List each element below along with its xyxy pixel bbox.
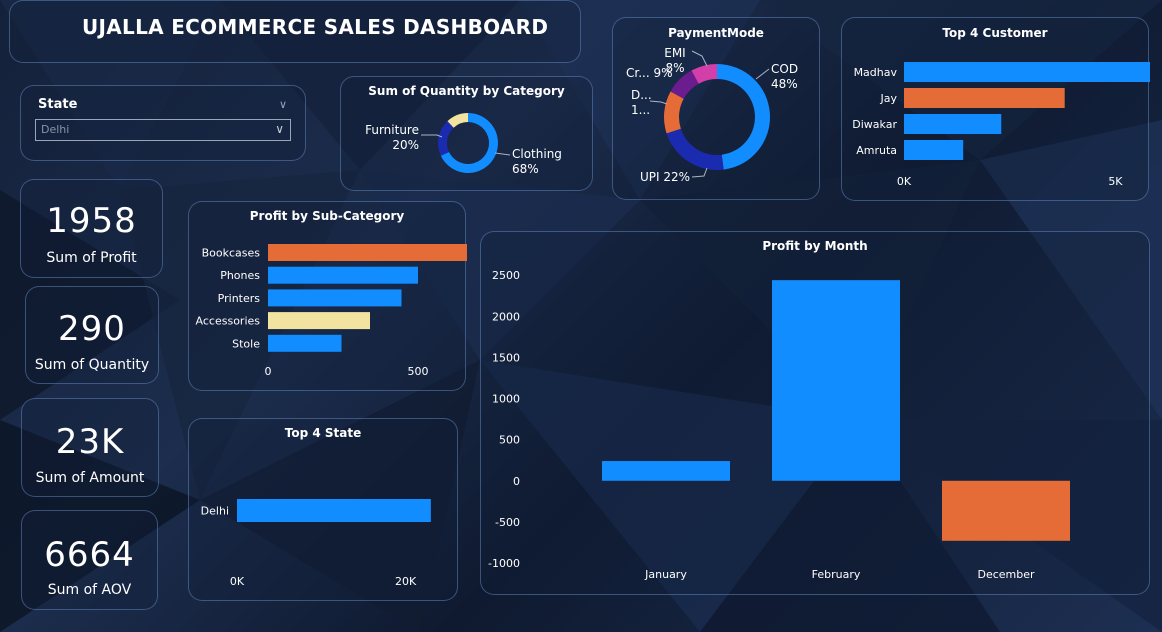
state-dropdown[interactable]: Delhi ∨ bbox=[35, 119, 291, 141]
kpi-quantity-value: 290 bbox=[58, 309, 126, 349]
kpi-aov-value: 6664 bbox=[44, 535, 135, 575]
x-tick-label: 5K bbox=[1108, 175, 1123, 188]
bar-february bbox=[772, 280, 900, 481]
kpi-amount-value: 23K bbox=[55, 422, 125, 462]
kpi-profit-label: Sum of Profit bbox=[46, 250, 137, 266]
donut-slice-cod bbox=[717, 64, 770, 170]
kpi-amount-card: 23K Sum of Amount bbox=[21, 398, 159, 497]
bar-amruta bbox=[904, 140, 964, 160]
profit-by-month-panel: Profit by Month 2500 2000 1500 1000 500 0 -500… bbox=[480, 231, 1150, 595]
title-panel: UJALLA ECOMMERCE SALES DASHBOARD bbox=[9, 0, 581, 63]
payment-mode-panel: PaymentMode COD 48% UPI 22% D... 1... Cr... 9… bbox=[612, 17, 820, 200]
bar-printers bbox=[268, 289, 402, 307]
bar-madhav bbox=[904, 62, 1150, 82]
category-label: Stole bbox=[232, 337, 260, 350]
kpi-profit-value: 1958 bbox=[46, 201, 137, 241]
kpi-aov-card: 6664 Sum of AOV bbox=[21, 510, 158, 610]
donut-slice-furniture bbox=[438, 121, 454, 156]
profit-by-subcategory-panel: Profit by Sub-Category Bookcases Phones Pr… bbox=[188, 201, 467, 391]
leader-line bbox=[755, 68, 770, 80]
donut-slice-debit-card bbox=[664, 91, 684, 134]
leader-line bbox=[649, 100, 668, 105]
kpi-amount-label: Sum of Amount bbox=[35, 470, 145, 486]
x-tick-label: 0 bbox=[265, 365, 272, 378]
donut-data-label: EMI bbox=[664, 46, 685, 60]
donut-data-label: COD bbox=[771, 62, 798, 76]
donut-slice-upi bbox=[666, 128, 724, 170]
bar-accessories bbox=[268, 312, 370, 330]
dashboard-title: UJALLA ECOMMERCE SALES DASHBOARD bbox=[82, 15, 549, 39]
y-tick-label: 1500 bbox=[492, 351, 520, 364]
y-tick-label: -1000 bbox=[488, 557, 520, 570]
bar-january bbox=[602, 461, 730, 481]
x-tick-label: February bbox=[812, 568, 861, 581]
donut-data-label: 20% bbox=[392, 138, 419, 152]
y-tick-label: 2500 bbox=[492, 269, 520, 282]
state-slicer: State ∨ Delhi ∨ bbox=[20, 85, 306, 161]
quantity-by-category-chart: Furniture20% Clothing68% bbox=[365, 113, 562, 176]
y-tick-label: 0 bbox=[513, 475, 520, 488]
profit-by-subcategory-chart: Bookcases Phones Printers Accessories Stole 0… bbox=[196, 244, 467, 378]
x-tick-label: December bbox=[977, 568, 1035, 581]
category-label: Phones bbox=[220, 269, 260, 282]
y-tick-label: -500 bbox=[495, 516, 520, 529]
y-tick-label: 1000 bbox=[492, 393, 520, 406]
donut-data-label: Clothing bbox=[512, 147, 562, 161]
category-label: Madhav bbox=[854, 66, 898, 79]
leader-line bbox=[494, 152, 511, 156]
bar-phones bbox=[268, 266, 418, 284]
chevron-up-icon[interactable]: ∨ bbox=[279, 98, 287, 111]
top-state-panel: Top 4 State Delhi 0K 20K bbox=[188, 418, 458, 601]
leader-line bbox=[691, 167, 708, 178]
x-tick-label: 0K bbox=[230, 575, 245, 588]
x-tick-label: January bbox=[644, 568, 687, 581]
category-label: Amruta bbox=[856, 144, 897, 157]
bar-jay bbox=[904, 88, 1065, 108]
payment-mode-chart: COD48%UPI 22%D...1...Cr... 9%EMI8% bbox=[626, 46, 798, 184]
state-dropdown-value: Delhi bbox=[41, 123, 70, 136]
x-tick-label: 20K bbox=[395, 575, 417, 588]
donut-data-label: 68% bbox=[512, 162, 539, 176]
donut-data-label: UPI 22% bbox=[640, 170, 690, 184]
donut-data-label: D... bbox=[631, 88, 652, 102]
donut-data-label: 48% bbox=[771, 77, 798, 91]
category-label: Printers bbox=[218, 292, 261, 305]
y-tick-label: 2000 bbox=[492, 310, 520, 323]
leader-line bbox=[691, 50, 708, 67]
kpi-profit-card: 1958 Sum of Profit bbox=[20, 179, 163, 278]
y-tick-label: 500 bbox=[499, 434, 520, 447]
bar-bookcases bbox=[268, 244, 467, 261]
donut-data-label: 1... bbox=[631, 103, 650, 117]
donut-data-label: Furniture bbox=[365, 123, 419, 137]
category-label: Accessories bbox=[196, 315, 261, 328]
bar-delhi bbox=[237, 499, 431, 522]
bar-stole bbox=[268, 334, 342, 352]
quantity-by-category-panel: Sum of Quantity by Category Furniture 20%… bbox=[340, 76, 593, 191]
category-label: Diwakar bbox=[852, 118, 897, 131]
x-tick-label: 0K bbox=[897, 175, 912, 188]
x-tick-label: 500 bbox=[408, 365, 429, 378]
top-customer-panel: Top 4 Customer Madhav Jay Diwakar Amruta 0K 5… bbox=[841, 17, 1150, 201]
kpi-aov-label: Sum of AOV bbox=[47, 582, 132, 598]
slicer-label: State bbox=[38, 97, 78, 112]
category-label: Jay bbox=[880, 92, 898, 105]
chevron-down-icon: ∨ bbox=[275, 122, 284, 136]
bar-diwakar bbox=[904, 114, 1002, 134]
kpi-quantity-label: Sum of Quantity bbox=[34, 357, 150, 373]
profit-by-month-chart: 2500 2000 1500 1000 500 0 -500 -1000 January Febr… bbox=[488, 269, 1070, 581]
bar-december bbox=[942, 480, 1070, 541]
top-customer-chart: Madhav Jay Diwakar Amruta 0K 5K bbox=[852, 62, 1150, 188]
top-state-chart: Delhi 0K 20K bbox=[201, 499, 431, 588]
donut-data-label: 8% bbox=[665, 61, 684, 75]
category-label: Bookcases bbox=[202, 247, 261, 260]
kpi-quantity-card: 290 Sum of Quantity bbox=[25, 286, 159, 384]
category-label: Delhi bbox=[201, 505, 229, 518]
